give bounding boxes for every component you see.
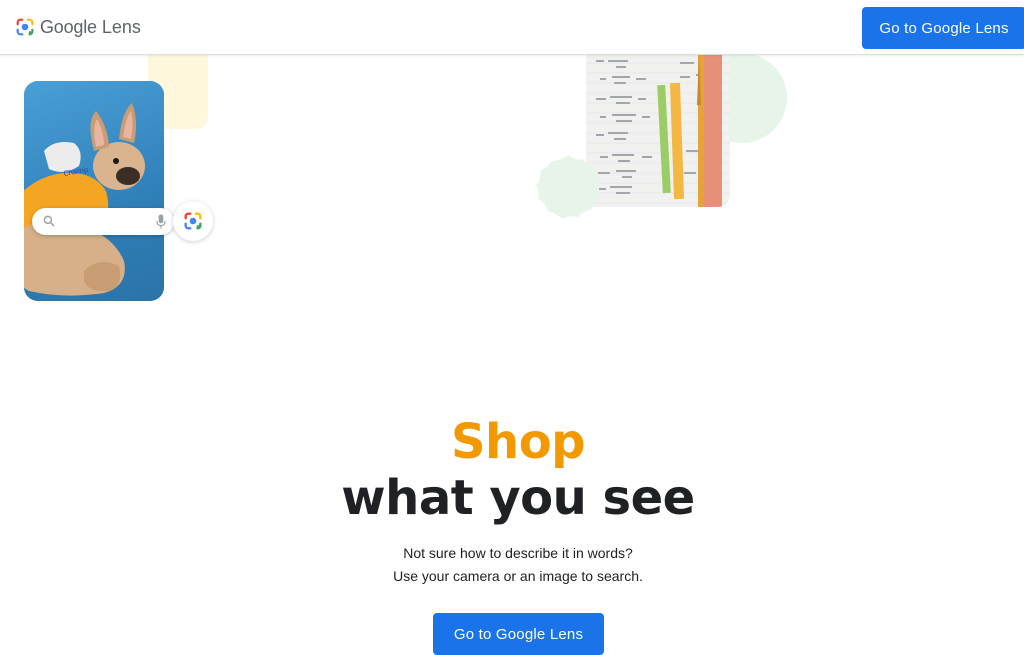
brand-google-text: Google	[40, 16, 97, 37]
hero-description-line-2: Use your camera or an image to search.	[393, 568, 643, 584]
google-lens-logo[interactable]: Google Lens	[14, 14, 141, 40]
math-notebook-illustration	[586, 55, 730, 207]
math-homework-photo	[586, 55, 730, 207]
page: Google Lens Go to Google Lens Champ Shop…	[0, 0, 1024, 655]
decorative-green-badge	[536, 155, 600, 219]
top-bar: Google Lens Go to Google Lens	[0, 0, 1024, 55]
search-bar[interactable]	[32, 208, 174, 235]
google-lens-camera-icon	[184, 212, 202, 230]
google-lens-camera-button[interactable]	[173, 201, 213, 241]
go-to-google-lens-button-header[interactable]: Go to Google Lens	[862, 7, 1024, 49]
dog-photo-card: Champ	[24, 81, 164, 301]
google-lens-logo-icon	[16, 18, 34, 36]
dog-illustration: Champ	[24, 103, 145, 296]
search-icon	[43, 215, 55, 227]
go-to-google-lens-button-hero[interactable]: Go to Google Lens	[433, 613, 604, 655]
brand-lens-text: Lens	[101, 16, 141, 37]
hero-description-line-1: Not sure how to describe it in words?	[403, 545, 633, 561]
hero-highlight: Shop	[450, 414, 586, 470]
hero-title: what you see	[341, 470, 695, 526]
microphone-icon	[156, 214, 166, 229]
